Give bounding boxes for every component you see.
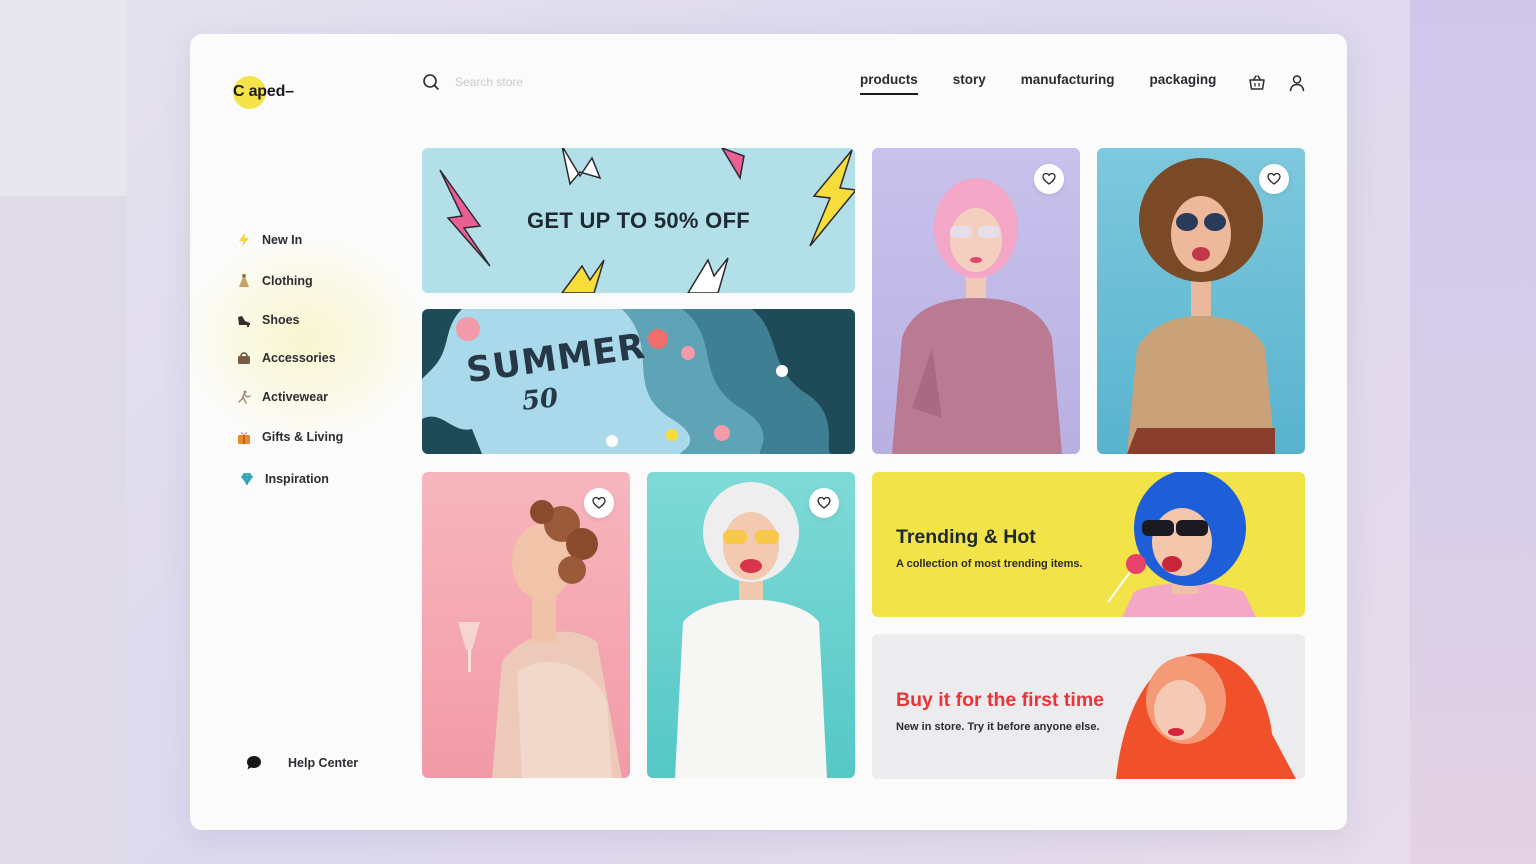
promo-title: GET UP TO 50% OFF [526,207,751,233]
sidebar-item-shoes[interactable]: Shoes [235,310,300,330]
background-top-left [0,0,126,196]
sidebar-item-label: Shoes [262,313,300,327]
heart-icon [817,496,831,509]
sidebar-item-label: New In [262,233,303,247]
summer-sale-banner[interactable]: SUMMER 50 [422,309,855,454]
heart-icon [1267,172,1281,185]
sidebar-item-accessories[interactable]: Accessories [235,348,336,368]
nav-icons [1247,73,1307,93]
sidebar-item-inspiration[interactable]: Inspiration [238,469,329,489]
favorite-button[interactable] [1034,164,1064,194]
store-window: C aped– products story manufacturing pac… [190,34,1347,830]
sidebar-item-clothing[interactable]: Clothing [235,271,313,291]
nav-manufacturing[interactable]: manufacturing [1021,72,1115,93]
diamond-icon [238,470,256,488]
activewear-icon [235,388,253,406]
search-input[interactable] [455,75,655,89]
dress-icon [235,272,253,290]
sidebar-item-new-in[interactable]: New In [235,230,302,250]
product-card-pink-sweater[interactable] [872,148,1080,454]
sidebar-glow [190,234,430,444]
gift-icon [235,428,253,446]
favorite-button[interactable] [584,488,614,518]
search-bar [421,72,655,92]
shoe-icon [235,311,253,329]
nav-packaging[interactable]: packaging [1150,72,1217,93]
logo-text: C aped– [233,83,294,100]
help-center-label: Help Center [288,756,359,770]
product-card-white-tee[interactable] [647,472,855,778]
lightning-icon [235,231,253,249]
sidebar-item-label: Clothing [262,274,313,288]
trending-title: Trending & Hot [896,526,1036,548]
product-card-satin-robe[interactable] [422,472,630,778]
user-icon[interactable] [1287,73,1307,93]
sidebar-item-activewear[interactable]: Activewear [235,387,328,407]
buy-subtitle: New in store. Try it before anyone else. [896,721,1100,733]
heart-icon [1042,172,1056,185]
heart-icon [592,496,606,509]
chat-bubble-icon [245,754,263,772]
background-right [1410,0,1536,864]
first-time-banner[interactable]: Buy it for the first time New in store. … [872,634,1305,779]
sidebar-item-label: Accessories [262,351,336,365]
buy-title: Buy it for the first time [896,689,1105,711]
sidebar-item-label: Inspiration [265,472,329,486]
summer-discount: 50 [520,383,560,417]
trending-banner[interactable]: Trending & Hot A collection of most tren… [872,472,1305,617]
search-icon[interactable] [421,72,441,92]
basket-icon[interactable] [1247,73,1267,93]
main-nav: products story manufacturing packaging [860,72,1216,95]
nav-story[interactable]: story [953,72,986,93]
brand-logo[interactable]: C aped– [233,76,294,109]
promo-banner[interactable]: GET UP TO 50% OFF [422,148,855,293]
favorite-button[interactable] [1259,164,1289,194]
product-card-curly-hair[interactable] [1097,148,1305,454]
trending-subtitle: A collection of most trending items. [896,558,1083,570]
nav-products[interactable]: products [860,72,918,95]
help-center-link[interactable]: Help Center [245,754,358,772]
handbag-icon [235,349,253,367]
sidebar-item-label: Gifts & Living [262,430,344,444]
sidebar-item-label: Activewear [262,390,329,404]
sidebar-item-gifts[interactable]: Gifts & Living [235,427,343,447]
favorite-button[interactable] [809,488,839,518]
